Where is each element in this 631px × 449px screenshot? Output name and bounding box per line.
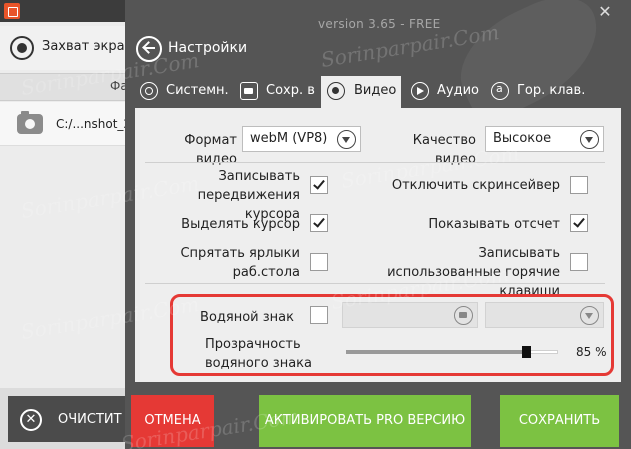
format-select[interactable]: webM (VP8): [242, 126, 361, 152]
cancel-button[interactable]: ОТМЕНА: [131, 395, 214, 447]
show-countdown-checkbox[interactable]: [570, 214, 588, 232]
gear-icon: [140, 82, 158, 100]
watermark-checkbox[interactable]: [310, 306, 328, 324]
tab-save-to[interactable]: Сохр. в: [240, 76, 320, 108]
opacity-slider-thumb[interactable]: [522, 346, 532, 358]
format-value: webM (VP8): [250, 131, 328, 146]
tab-video[interactable]: Видео: [321, 76, 401, 108]
version-label: version 3.65 - FREE: [318, 17, 441, 31]
watermark-label: Водяной знак: [200, 310, 294, 325]
hide-icons-checkbox[interactable]: [310, 253, 328, 271]
record-icon[interactable]: [10, 36, 34, 60]
watermark-file-field[interactable]: [342, 302, 478, 328]
highlight-cursor-label: Выделять курсор: [181, 217, 300, 232]
watermark-position-select[interactable]: [485, 302, 604, 328]
folder-icon[interactable]: [454, 306, 473, 325]
chevron-down-icon: [337, 130, 356, 149]
camera-icon: [17, 111, 43, 134]
check-icon: [313, 177, 325, 190]
quality-value: Высокое: [493, 131, 552, 146]
tab-label: Сохр. в: [266, 83, 315, 98]
check-icon: [573, 215, 585, 228]
divider: [145, 283, 605, 284]
hotkey-icon: [491, 82, 509, 100]
chevron-down-icon: [580, 130, 599, 149]
folder-icon: [240, 82, 258, 100]
format-label: Формат видео: [184, 133, 237, 167]
clear-icon: ✕: [20, 409, 42, 431]
chevron-down-icon: [580, 306, 599, 325]
record-hotkeys-label: Записывать использованные горячие клавиш…: [387, 246, 560, 299]
opacity-slider-fill: [346, 350, 527, 354]
check-icon: [313, 215, 325, 228]
close-icon[interactable]: ✕: [592, 2, 618, 22]
highlight-cursor-checkbox[interactable]: [310, 214, 328, 232]
tab-audio[interactable]: Аудио: [411, 76, 491, 108]
tab-label: Системн.: [166, 83, 229, 98]
quality-label: Качество видео: [412, 133, 476, 167]
save-button[interactable]: СОХРАНИТЬ: [500, 395, 619, 447]
record-hotkeys-checkbox[interactable]: [570, 253, 588, 271]
watermark-opacity-label: Прозрачность водяного знака: [205, 337, 312, 371]
disable-screensaver-label: Отключить скринсейвер: [391, 178, 560, 193]
quality-select[interactable]: Высокое: [485, 126, 604, 152]
disable-screensaver-checkbox[interactable]: [570, 176, 588, 194]
clear-button-label: ОЧИСТИТ: [58, 412, 122, 427]
show-countdown-label: Показывать отсчет: [428, 217, 560, 232]
file-list-header: [0, 73, 125, 101]
file-path: C:/...nshot_2: [56, 117, 132, 131]
activate-pro-button[interactable]: АКТИВИРОВАТЬ PRO ВЕРСИЮ: [259, 395, 471, 447]
tab-label: Видео: [354, 83, 397, 98]
opacity-value: 85 %: [576, 345, 607, 359]
divider: [145, 162, 605, 163]
back-arrow-icon[interactable]: [136, 36, 162, 62]
record-icon: [327, 82, 345, 100]
audio-icon: [411, 82, 429, 100]
tab-label: Аудио: [437, 83, 479, 98]
record-cursor-checkbox[interactable]: [310, 176, 328, 194]
hide-icons-label: Спрятать ярлыки раб.стола: [180, 246, 300, 280]
tab-label: Гор. клав.: [517, 83, 586, 98]
tab-hotkeys[interactable]: Гор. клав.: [491, 76, 601, 108]
app-logo-icon: [4, 3, 20, 19]
tab-system[interactable]: Системн.: [140, 76, 240, 108]
dialog-title: Настройки: [168, 40, 248, 56]
